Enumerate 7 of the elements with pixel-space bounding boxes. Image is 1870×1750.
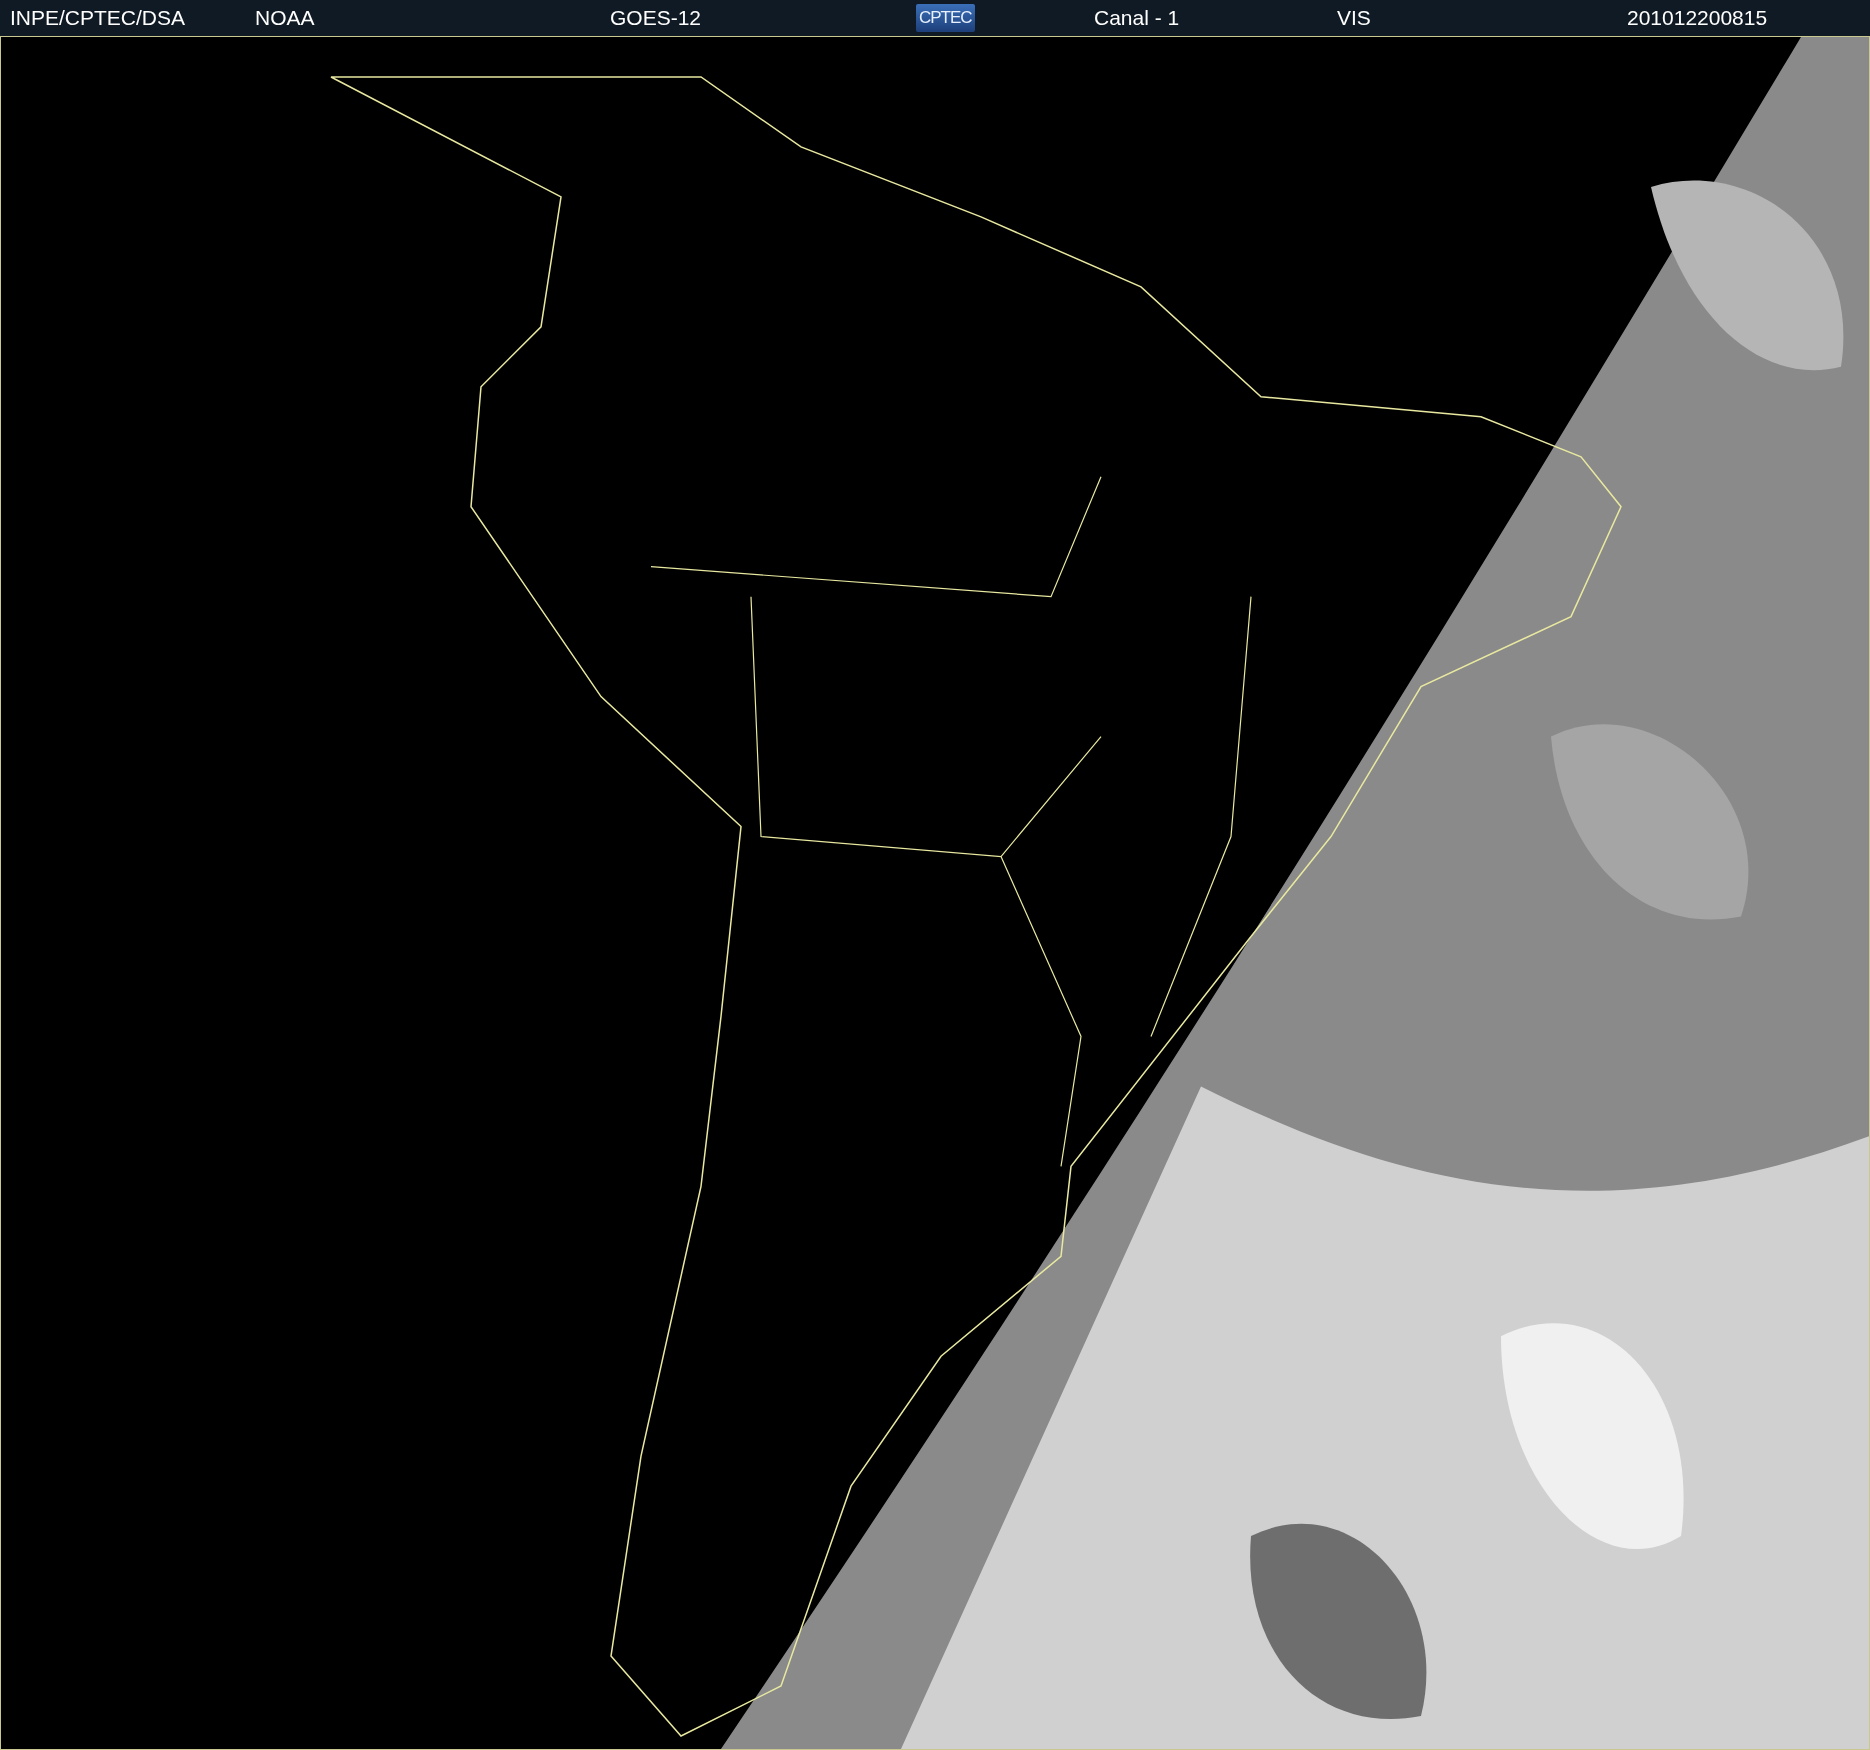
header-label: NOAA — [255, 6, 315, 30]
cptec-logo: CPTEC — [916, 4, 975, 32]
header-label: INPE/CPTEC/DSA — [10, 6, 186, 30]
header-label: 201012200815 — [1627, 6, 1768, 30]
header-label: GOES-12 — [610, 6, 702, 30]
header-label: VIS — [1337, 6, 1371, 30]
header-label: Canal - 1 — [1094, 6, 1180, 30]
